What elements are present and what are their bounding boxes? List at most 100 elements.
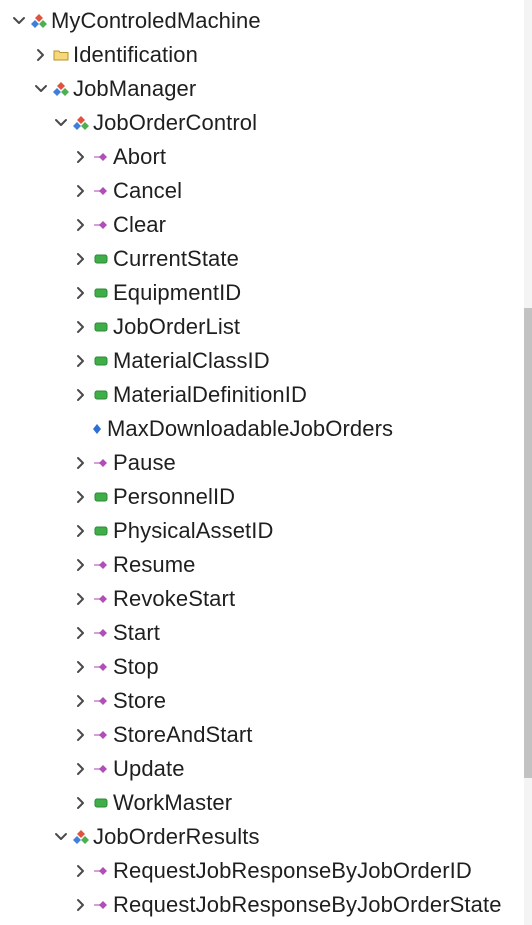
tree-node[interactable]: RevokeStart [0,582,524,616]
tree-node[interactable]: Stop [0,650,524,684]
tree-node[interactable]: Clear [0,208,524,242]
chevron-right-icon[interactable] [72,650,90,684]
variable-icon [92,242,110,276]
object-icon [52,72,70,106]
tree-node[interactable]: MaterialDefinitionID [0,378,524,412]
tree-node-label: JobManager [73,76,197,101]
tree-node-label: RequestJobResponseByJobOrderState [113,892,502,917]
tree-node-label: RequestJobResponseByJobOrderID [113,858,472,883]
chevron-right-icon[interactable] [72,446,90,480]
tree-node[interactable]: CurrentState [0,242,524,276]
tree-node-label: Cancel [113,178,183,203]
tree-node[interactable]: RequestJobResponseByJobOrderID [0,854,524,888]
chevron-right-icon[interactable] [72,344,90,378]
chevron-right-icon[interactable] [72,480,90,514]
chevron-down-icon[interactable] [52,820,70,854]
chevron-right-icon[interactable] [72,548,90,582]
tree-node[interactable]: RequestJobResponseByJobOrderState [0,888,524,922]
tree-node[interactable]: JobOrderResults [0,820,524,854]
chevron-right-icon[interactable] [32,38,50,72]
vertical-scrollbar-track[interactable] [524,0,532,925]
tree-node-label: Identification [73,42,198,67]
object-icon [72,106,90,140]
tree-node[interactable]: JobOrderList [0,310,524,344]
chevron-down-icon[interactable] [10,4,28,38]
method-icon [92,854,110,888]
tree-node[interactable]: Start [0,616,524,650]
tree-node-label: Clear [113,212,167,237]
chevron-right-icon[interactable] [72,242,90,276]
chevron-right-icon[interactable] [72,208,90,242]
chevron-right-icon[interactable] [72,276,90,310]
chevron-right-icon[interactable] [72,684,90,718]
chevron-down-icon[interactable] [52,106,70,140]
tree-node-label: Start [113,620,160,645]
chevron-right-icon[interactable] [72,718,90,752]
variable-icon [92,310,110,344]
tree-node[interactable]: PersonnelID [0,480,524,514]
tree-node-label: WorkMaster [113,790,233,815]
tree-node-label: PersonnelID [113,484,236,509]
tree-node[interactable]: JobOrderControl [0,106,524,140]
tree-node[interactable]: Update [0,752,524,786]
chevron-right-icon[interactable] [72,786,90,820]
tree-node[interactable]: Store [0,684,524,718]
tree-node[interactable]: Cancel [0,174,524,208]
variable-icon [92,378,110,412]
method-icon [92,582,110,616]
method-icon [92,718,110,752]
chevron-right-icon[interactable] [72,310,90,344]
object-icon [30,4,48,38]
method-icon [92,616,110,650]
tree-node[interactable]: Identification [0,38,524,72]
tree-node-label: JobOrderControl [93,110,258,135]
tree-node-label: EquipmentID [113,280,242,305]
chevron-right-icon[interactable] [72,514,90,548]
method-icon [92,208,110,242]
tree-node-label: Stop [113,654,159,679]
tree-node-label: StoreAndStart [113,722,253,747]
tree-node[interactable]: EquipmentID [0,276,524,310]
chevron-right-icon[interactable] [72,582,90,616]
tree-node[interactable]: StoreAndStart [0,718,524,752]
chevron-right-icon[interactable] [72,888,90,922]
method-icon [92,174,110,208]
method-icon [92,140,110,174]
tree-node[interactable]: Resume [0,548,524,582]
tree-node-label: Pause [113,450,176,475]
tree-node[interactable]: WorkMaster [0,786,524,820]
tree-node[interactable]: JobManager [0,72,524,106]
tree-node-label: Abort [113,144,167,169]
method-icon [92,684,110,718]
chevron-right-icon[interactable] [72,140,90,174]
chevron-down-icon[interactable] [32,72,50,106]
method-icon [92,752,110,786]
tree-node-label: Resume [113,552,196,577]
chevron-right-icon[interactable] [72,378,90,412]
tree-node[interactable]: MaxDownloadableJobOrders [0,412,524,446]
chevron-right-icon[interactable] [72,854,90,888]
tree-node-label: JobOrderList [113,314,241,339]
tree-node[interactable]: MyControledMachine [0,4,524,38]
tree-node[interactable]: MaterialClassID [0,344,524,378]
method-icon [92,548,110,582]
variable-icon [92,514,110,548]
folder-icon [52,38,70,72]
chevron-right-icon[interactable] [72,616,90,650]
chevron-right-icon[interactable] [72,174,90,208]
tree-node-label: Store [113,688,167,713]
tree-node-label: CurrentState [113,246,239,271]
variable-icon [92,344,110,378]
tree-node[interactable]: PhysicalAssetID [0,514,524,548]
tree-node[interactable]: Pause [0,446,524,480]
tree-node[interactable]: Abort [0,140,524,174]
method-icon [92,446,110,480]
variable-icon [92,786,110,820]
chevron-right-icon[interactable] [72,752,90,786]
method-icon [92,888,110,922]
vertical-scrollbar-thumb[interactable] [524,308,532,778]
tree-node-label: RevokeStart [113,586,236,611]
tree-node-label: MaterialDefinitionID [113,382,307,407]
tree-node-label: MyControledMachine [51,8,261,33]
address-space-tree: MyControledMachine Identification JobManag… [0,0,524,925]
